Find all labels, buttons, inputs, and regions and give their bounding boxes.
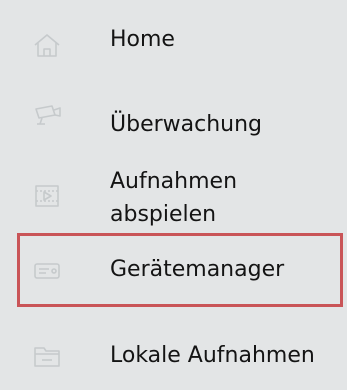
device-icon bbox=[32, 258, 62, 284]
menu-item-label: Aufnahmen bbox=[110, 169, 238, 194]
home-icon bbox=[32, 32, 62, 58]
playback-icon bbox=[32, 183, 62, 209]
menu-item-playback[interactable]: Aufnahmen abspielen bbox=[0, 164, 347, 230]
menu-item-label-line2: abspielen bbox=[110, 202, 217, 227]
folder-icon bbox=[32, 343, 62, 369]
menu-item-label: Überwachung bbox=[110, 112, 263, 137]
menu-item-local-recordings[interactable]: Lokale Aufnahmen bbox=[0, 335, 347, 385]
menu-item-device-manager[interactable]: Gerätemanager bbox=[0, 236, 347, 304]
camera-icon bbox=[32, 102, 62, 128]
menu-item-label: Lokale Aufnahmen bbox=[110, 343, 315, 368]
menu-item-home[interactable]: Home bbox=[0, 20, 347, 70]
menu-item-surveillance[interactable]: Überwachung bbox=[0, 96, 347, 146]
menu-item-label: Home bbox=[110, 27, 175, 52]
menu-item-label: Gerätemanager bbox=[110, 257, 285, 282]
side-menu: Home Überwachung Aufnahmen abspielen Ger… bbox=[0, 0, 347, 390]
